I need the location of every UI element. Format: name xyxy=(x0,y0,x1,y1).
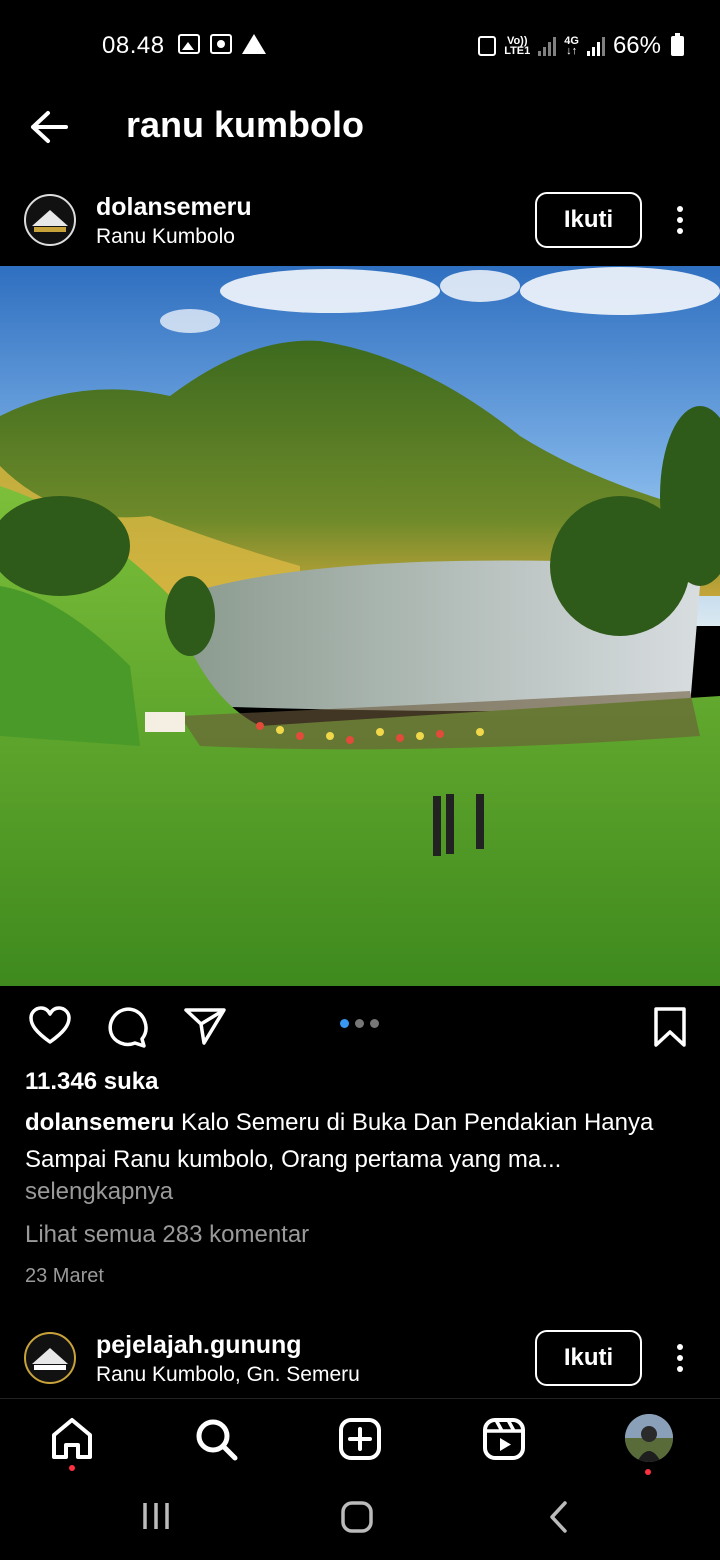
status-system-icons: Vo)) LTE1 4G ↓↑ 66% xyxy=(478,32,684,60)
system-back-icon[interactable] xyxy=(547,1500,571,1534)
home-notification-dot xyxy=(69,1465,75,1471)
post-author-avatar[interactable] xyxy=(24,1332,76,1384)
home-button-icon[interactable] xyxy=(340,1500,374,1534)
app-header: ranu kumbolo xyxy=(0,92,720,162)
more-options-icon[interactable] xyxy=(670,1340,690,1376)
post-actions xyxy=(0,1000,720,1054)
battery-percent: 66% xyxy=(612,32,661,59)
data-saver-icon xyxy=(478,36,497,56)
follow-button[interactable]: Ikuti xyxy=(535,1330,642,1386)
search-icon[interactable] xyxy=(192,1415,240,1463)
volte-icon: Vo)) LTE1 xyxy=(504,35,531,57)
carousel-dot-active xyxy=(340,1019,349,1028)
recent-apps-icon[interactable] xyxy=(140,1500,172,1532)
gallery-notification-icon xyxy=(178,34,200,54)
caption-username[interactable]: dolansemeru xyxy=(25,1109,174,1136)
create-icon[interactable] xyxy=(336,1415,384,1463)
screenshot-notification-icon xyxy=(210,34,232,54)
post-author-avatar[interactable] xyxy=(24,194,76,246)
system-navigation-bar xyxy=(0,1480,720,1560)
post-author-username[interactable]: pejelajah.gunung xyxy=(96,1331,302,1360)
post-header: dolansemeru Ranu Kumbolo Ikuti xyxy=(0,180,720,260)
signal-icon-2 xyxy=(586,36,605,56)
post-location[interactable]: Ranu Kumbolo, Gn. Semeru xyxy=(96,1363,360,1387)
page-title: ranu kumbolo xyxy=(126,104,365,145)
bookmark-icon[interactable] xyxy=(652,1006,688,1048)
carousel-dot xyxy=(355,1019,364,1028)
post-photo[interactable] xyxy=(0,266,720,986)
post-caption: dolansemeru Kalo Semeru di Buka Dan Pend… xyxy=(25,1104,695,1178)
carousel-dot xyxy=(370,1019,379,1028)
bottom-navigation xyxy=(0,1398,720,1480)
back-arrow-icon[interactable] xyxy=(26,108,70,146)
status-bar: 08.48 Vo)) LTE1 4G ↓↑ 66% xyxy=(0,0,720,92)
comment-icon[interactable] xyxy=(106,1006,148,1048)
share-icon[interactable] xyxy=(184,1006,226,1046)
status-time: 08.48 xyxy=(102,32,165,59)
home-icon[interactable] xyxy=(48,1415,96,1463)
battery-icon xyxy=(671,33,684,56)
signal-icon-1 xyxy=(538,36,557,56)
more-options-icon[interactable] xyxy=(670,202,690,238)
post-location[interactable]: Ranu Kumbolo xyxy=(96,225,235,249)
more-link[interactable]: selengkapnya xyxy=(25,1178,173,1206)
warning-icon xyxy=(242,34,266,54)
like-heart-icon[interactable] xyxy=(28,1006,72,1046)
reels-icon[interactable] xyxy=(480,1415,528,1463)
like-count[interactable]: 11.346 suka xyxy=(25,1068,158,1096)
landscape-image xyxy=(0,266,720,986)
post-date: 23 Maret xyxy=(25,1265,104,1287)
post-author-username[interactable]: dolansemeru xyxy=(96,193,252,222)
view-comments-link[interactable]: Lihat semua 283 komentar xyxy=(25,1221,309,1249)
carousel-indicator xyxy=(340,1019,379,1028)
profile-notification-dot xyxy=(645,1469,651,1475)
status-notification-icons xyxy=(178,34,266,54)
profile-avatar[interactable] xyxy=(625,1414,673,1462)
network-4g-icon: 4G ↓↑ xyxy=(564,35,579,57)
post-header-2: pejelajah.gunung Ranu Kumbolo, Gn. Semer… xyxy=(0,1318,720,1398)
follow-button[interactable]: Ikuti xyxy=(535,192,642,248)
